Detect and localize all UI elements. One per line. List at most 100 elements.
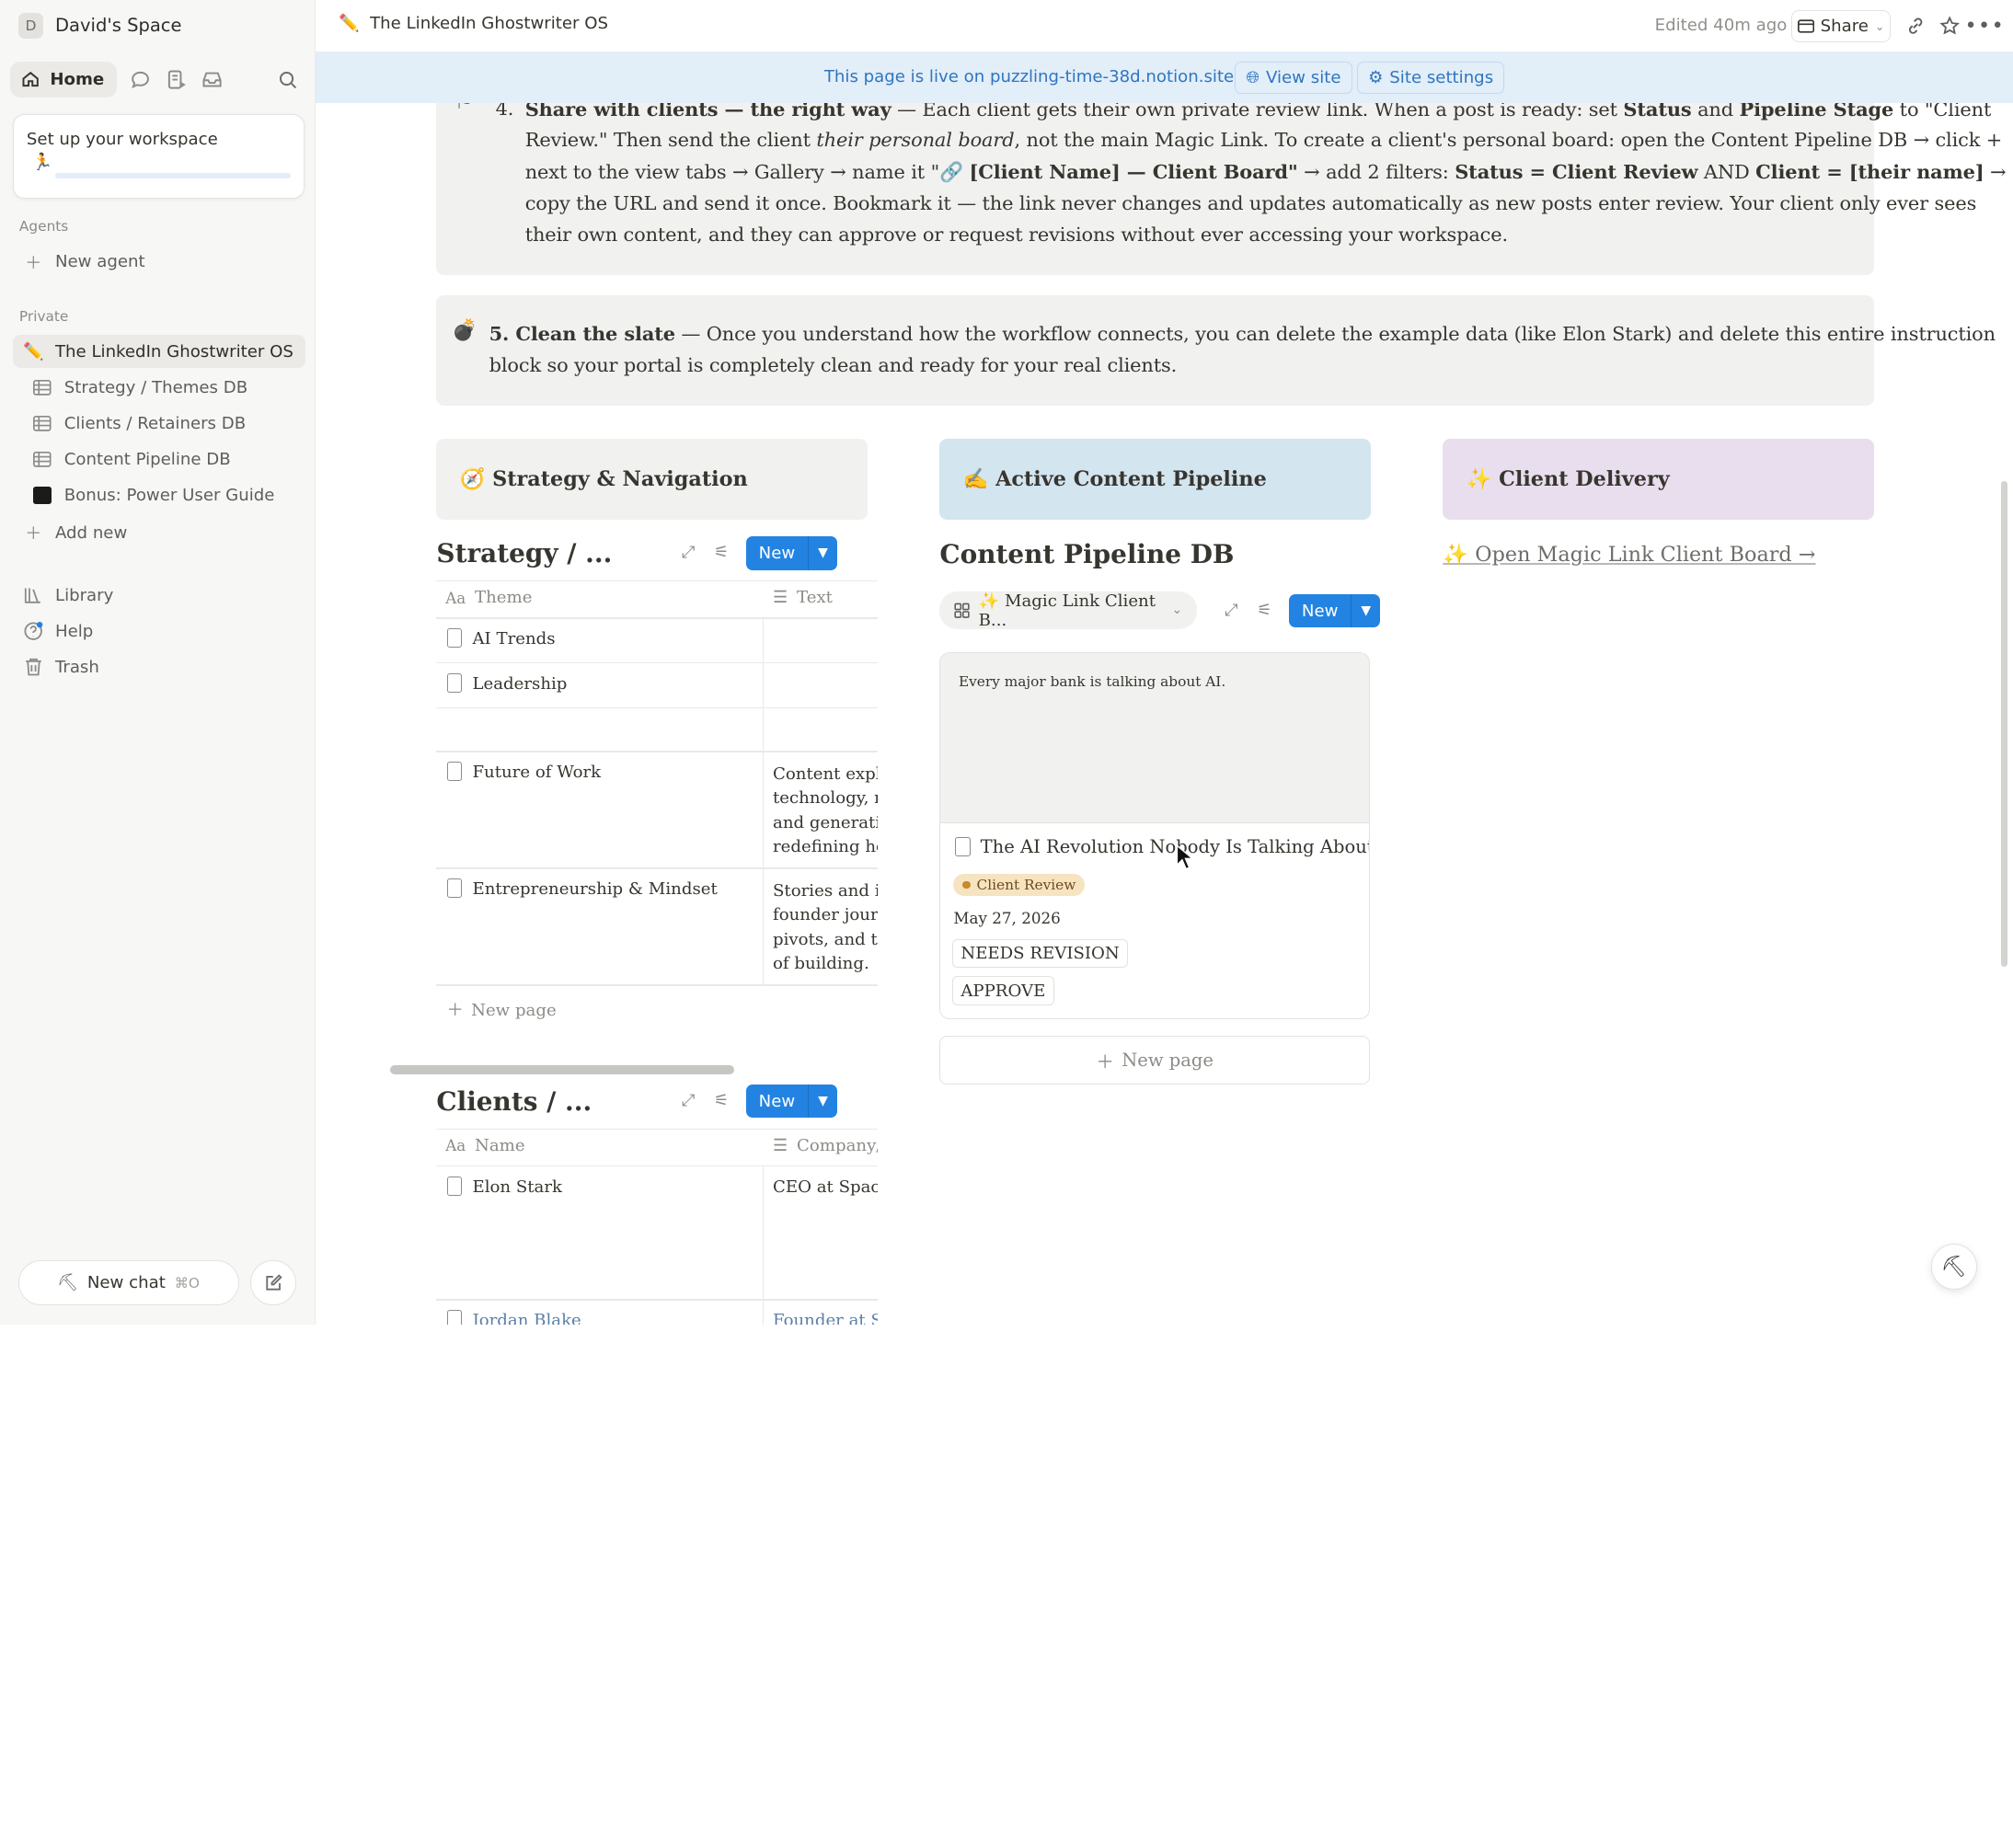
needs-revision-button[interactable]: NEEDS REVISION [951, 939, 1129, 969]
table-row[interactable]: AI Trends [446, 627, 556, 649]
row-text-cell[interactable]: Stories and ins founder journe pivots, a… [773, 879, 878, 977]
column-label: Name [475, 1135, 525, 1155]
row-company-cell[interactable]: CEO at SpaceX [773, 1177, 878, 1197]
sidebar-item-clients-retainers-db[interactable]: Clients / Retainers DB [13, 407, 305, 440]
sidebar-item-strategy-themes-db[interactable]: Strategy / Themes DB [13, 371, 305, 404]
pipeline-db-title[interactable]: Content Pipeline DB [939, 539, 1234, 569]
text-bold: [Client Name] — Client Board" [969, 160, 1298, 184]
divider [436, 662, 879, 664]
table-row[interactable]: Jordan Blake [446, 1309, 581, 1326]
horizontal-scrollbar[interactable] [390, 1065, 735, 1074]
new-chat-button[interactable]: ⛏ New chat ⌘O [17, 1260, 239, 1306]
column-header-name[interactable]: Aa Name [445, 1136, 524, 1155]
text-property-icon: Aa [445, 1136, 466, 1155]
column-header-theme[interactable]: Aa Theme [445, 588, 532, 607]
divider [762, 617, 765, 986]
sidebar-item-bonus-power-user-guide[interactable]: Bonus: Power User Guide [13, 478, 305, 511]
column-header-company[interactable]: ☰ Company/ [773, 1136, 878, 1155]
magic-link-view-tab[interactable]: ✨ Magic Link Client B... ⌄ [939, 591, 1197, 630]
filter-settings-icon[interactable]: ⚟ [714, 1091, 729, 1110]
view-site-button[interactable]: 🌐︎ View site [1235, 61, 1352, 94]
sidebar-top-nav: Home [10, 61, 305, 98]
sidebar-item-linkedin-ghostwriter-os[interactable]: ✏️ The LinkedIn Ghostwriter OS [12, 335, 306, 369]
compose-icon [266, 1274, 282, 1291]
divider [436, 580, 879, 582]
expand-icon[interactable]: ⤢ [682, 543, 696, 562]
meeting-notes-icon[interactable] [158, 62, 194, 98]
filter-settings-icon[interactable]: ⚟ [1257, 601, 1271, 620]
new-label: New [1289, 594, 1352, 628]
table-row[interactable]: Entrepreneurship & Mindset [446, 878, 718, 899]
strategy-navigation-header: 🧭 Strategy & Navigation [436, 439, 868, 521]
plus-icon: ＋ [25, 524, 42, 545]
setup-workspace-card[interactable]: Set up your workspace 🏃 [12, 114, 305, 200]
divider [436, 984, 879, 986]
expand-icon[interactable]: ⤢ [682, 1091, 696, 1110]
share-button[interactable]: Share ⌄ [1790, 10, 1892, 43]
table-icon [32, 452, 52, 467]
expand-icon[interactable]: ⤢ [1225, 601, 1238, 620]
table-row[interactable]: Future of Work [446, 761, 601, 782]
sidebar-item-help[interactable]: Help [13, 614, 305, 648]
text-span: to "Client [1893, 102, 1992, 121]
new-page-row[interactable]: ＋ New page [447, 997, 557, 1021]
new-label: New [746, 1085, 810, 1119]
star-icon[interactable] [1938, 13, 1963, 39]
site-settings-button[interactable]: ⚙ Site settings [1356, 61, 1505, 94]
text-line: pivots, and the [773, 929, 878, 949]
topbar: ✏️ The LinkedIn Ghostwriter OS Edited 40… [316, 0, 2013, 52]
breadcrumb[interactable]: ✏️ The LinkedIn Ghostwriter OS [339, 14, 608, 33]
clients-new-button[interactable]: New ▼ [745, 1085, 837, 1119]
filter-settings-icon[interactable]: ⚟ [714, 543, 729, 562]
more-options-icon[interactable]: ••• [1964, 13, 2003, 39]
search-icon[interactable] [270, 62, 305, 98]
sidebar-item-label: Strategy / Themes DB [63, 377, 248, 397]
link-icon[interactable] [1903, 13, 1928, 39]
workspace-switcher[interactable]: D David's Space [17, 12, 182, 39]
page-icon [954, 837, 971, 856]
card-preview: Every major bank is talking about AI. [940, 652, 1369, 824]
add-new-button[interactable]: ＋ Add new [13, 516, 305, 549]
magic-link-client-board-link[interactable]: ✨ Open Magic Link Client Board → [1443, 543, 1815, 567]
approve-button[interactable]: APPROVE [951, 976, 1054, 1005]
sidebar-item-library[interactable]: Library [13, 579, 305, 612]
table-row[interactable]: Leadership [446, 672, 567, 694]
sidebar-item-trash[interactable]: Trash [13, 650, 305, 683]
page-icon [446, 627, 463, 648]
page-breadcrumb-title: The LinkedIn Ghostwriter OS [370, 14, 609, 34]
chat-icon[interactable] [122, 62, 158, 98]
row-company-cell[interactable]: Founder at Sp [773, 1311, 878, 1325]
new-page-label: New page [1122, 1050, 1214, 1072]
sidebar-item-content-pipeline-db[interactable]: Content Pipeline DB [13, 442, 305, 476]
step-4-number: 4. [495, 102, 514, 121]
flag-icon: ⚑ [454, 103, 473, 114]
vertical-scrollbar[interactable] [2001, 481, 2008, 967]
chevron-down-icon: ▼ [1361, 603, 1372, 619]
text-line: founder journe [773, 905, 879, 925]
pipeline-new-page-button[interactable]: ＋ New page [939, 1036, 1370, 1085]
step-4-line-1: Share with clients — the right way — Eac… [525, 103, 1992, 121]
help-fab-button[interactable]: ⛏ [1930, 1244, 1977, 1291]
compose-button[interactable] [250, 1260, 297, 1306]
divider [436, 1165, 879, 1167]
pipeline-new-button[interactable]: New ▼ [1288, 594, 1381, 628]
gallery-card[interactable]: Every major bank is talking about AI. Th… [939, 651, 1370, 1019]
strategy-new-button[interactable]: New ▼ [745, 536, 837, 570]
share-icon [1797, 19, 1814, 33]
table-row[interactable]: Elon Stark [446, 1176, 562, 1197]
inbox-icon[interactable] [194, 62, 230, 98]
status-dot [962, 880, 971, 889]
home-button[interactable]: Home [10, 61, 118, 98]
text-span: → add 2 filters: [1297, 161, 1455, 184]
text-span: — Each client gets their own private rev… [891, 102, 1624, 121]
row-text-cell[interactable]: Content explor technology, re and genera… [773, 763, 878, 860]
new-agent-button[interactable]: ＋ New agent [13, 246, 305, 279]
clients-db-title[interactable]: Clients / ... [436, 1086, 592, 1117]
library-label: Library [54, 585, 114, 605]
column-header-text[interactable]: ☰ Text [773, 588, 833, 607]
text-italic: their personal board [816, 128, 1015, 151]
page-content: ⚑ 4. Share with clients — the right way … [316, 102, 2013, 1326]
column-label: Text [797, 588, 833, 608]
strategy-db-title[interactable]: Strategy / ... [436, 538, 612, 568]
card-title[interactable]: The AI Revolution Nobody Is Talking Abou… [954, 836, 1369, 857]
